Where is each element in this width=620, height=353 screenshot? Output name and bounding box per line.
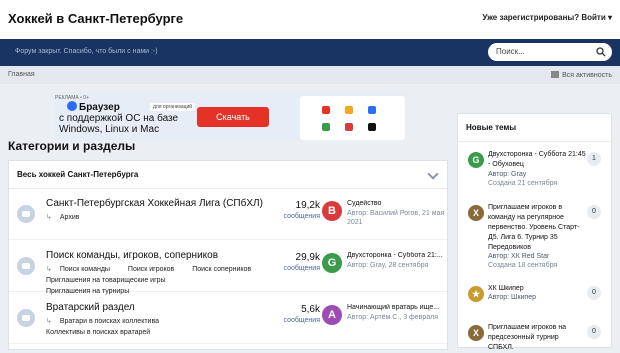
forum-read-icon — [17, 205, 35, 223]
last-post-title[interactable]: Начинающий вратарь ище... — [347, 304, 447, 311]
subforum-link[interactable]: ↳ Архив — [46, 214, 88, 221]
topic-item: G Двухсторонка - Суббота 21:45 - Обухове… — [458, 148, 611, 188]
ad-download-button[interactable]: Скачать — [197, 107, 269, 127]
new-topics-widget: Новые темы G Двухсторонка - Суббота 21:4… — [457, 113, 612, 351]
ad-app-icon — [322, 123, 330, 131]
subforum-link[interactable]: ↳ Вратари в поисках коллектива — [46, 318, 167, 325]
post-count: 5,6k — [301, 304, 320, 315]
ad-app-icon — [322, 106, 330, 114]
last-post-title[interactable]: Судейство — [347, 200, 447, 207]
ad-app-icon — [368, 106, 376, 114]
last-post-meta: Автор: Gray, 28 сентября — [347, 262, 429, 269]
avatar[interactable]: В — [322, 201, 342, 221]
last-post-meta: Автор: Артём С., 3 февраля — [347, 314, 439, 321]
browser-logo-icon — [67, 101, 77, 111]
topic-title[interactable]: ХК Шкипер — [488, 284, 586, 294]
subforum-link[interactable]: Приглашения на товарищеские игры — [46, 277, 174, 284]
divider — [458, 141, 611, 142]
ad-app-icon — [368, 123, 376, 131]
breadcrumb-home[interactable]: Главная — [8, 71, 35, 78]
subforum-list: ↳ Вратари в поисках коллектива Коллективы… — [46, 316, 276, 338]
ad-app-icon — [345, 123, 353, 131]
topic-date: Создана 18 сентября — [488, 262, 558, 269]
search-box[interactable]: Поиск... — [488, 43, 612, 61]
subforum-list: ↳ Архив — [46, 212, 276, 223]
topic-author: Автор: Шкипер — [488, 294, 537, 301]
last-post-title[interactable]: Двухсторонка - Суббота 21:... — [347, 252, 447, 259]
forum-title[interactable]: Санкт-Петербургская Хоккейная Лига (СПбХ… — [46, 198, 263, 209]
announcement-text: Форум закрыт. Спасибо, что были с нами :… — [15, 48, 158, 55]
post-count-label: сообщения — [283, 265, 320, 272]
forum-title[interactable]: Поиск команды, игроков, соперников — [46, 250, 218, 261]
reply-count-badge: 0 — [587, 325, 601, 339]
forum-row: Поиск команды, игроков, соперников ↳ Поис… — [9, 241, 447, 295]
ad-brand: Браузер — [67, 101, 120, 113]
chevron-down-icon[interactable] — [427, 168, 439, 180]
topic-title[interactable]: Приглашаем игроков на предсезонный турни… — [488, 323, 586, 353]
ad-app-icon — [345, 106, 353, 114]
forum-read-icon — [17, 257, 35, 275]
forum-row: Вратарский раздел ↳ Вратари в поисках кол… — [9, 293, 447, 344]
forum-read-icon — [17, 309, 35, 327]
ad-text: с поддержкой ОС на базе Windows, Linux и… — [59, 113, 179, 135]
ad-screenshot-image — [300, 96, 405, 140]
ad-brand-name: Браузер — [79, 102, 120, 113]
last-post-meta: Автор: Василий Рогов, 21 мая 2021 — [347, 210, 445, 226]
subforum-link[interactable]: Коллективы в поисках вратарей — [46, 329, 158, 336]
topic-author: Автор: ХК Red Star — [488, 253, 550, 260]
subforum-link[interactable]: ↳ Поиск команды — [46, 266, 118, 273]
search-icon[interactable] — [596, 47, 606, 57]
avatar[interactable]: X — [468, 325, 484, 341]
topic-item: X Приглашаем игроков в команду на регуля… — [458, 201, 611, 281]
topic-item: ★ ХК Шкипер Автор: Шкипер 0 — [458, 282, 611, 312]
avatar[interactable]: G — [322, 253, 342, 273]
topic-item: X Приглашаем игроков на предсезонный тур… — [458, 321, 611, 351]
signin-link[interactable]: Уже зарегистрированы? Войти ▾ — [482, 13, 612, 22]
category-header: Весь хоккей Санкт-Петербурга — [9, 161, 447, 189]
all-activity-label: Вся активность — [562, 72, 612, 79]
site-header: Хоккей в Санкт-Петербурге Уже зарегистри… — [0, 0, 620, 39]
category-title[interactable]: Весь хоккей Санкт-Петербурга — [17, 170, 138, 179]
breadcrumb: Главная Вся активность — [0, 66, 620, 84]
page-title: Категории и разделы — [8, 139, 136, 153]
reply-count-badge: 1 — [587, 152, 601, 166]
avatar[interactable]: X — [468, 205, 484, 221]
avatar[interactable]: G — [468, 152, 484, 168]
activity-icon — [551, 71, 560, 78]
widget-title: Новые темы — [466, 123, 517, 132]
post-count-label: сообщения — [283, 317, 320, 324]
post-count: 19,2k — [295, 200, 320, 211]
topic-author: Автор: Gray — [488, 171, 527, 178]
reply-count-badge: 0 — [587, 286, 601, 300]
subforum-link[interactable]: Поиск игроков — [128, 266, 182, 273]
forum-title[interactable]: Вратарский раздел — [46, 302, 135, 313]
topic-title[interactable]: Двухсторонка - Суббота 21:45 - Обуховец — [488, 150, 586, 170]
ad-banner[interactable]: РЕКЛАМА • 0+ Браузер для организаций с п… — [55, 93, 406, 140]
topic-date: Создана 21 сентября — [488, 180, 558, 187]
post-count-label: сообщения — [283, 213, 320, 220]
avatar[interactable]: A — [322, 305, 342, 325]
post-count: 29,9k — [295, 252, 320, 263]
subforum-link[interactable]: Поиск соперников — [192, 266, 259, 273]
search-input[interactable]: Поиск... — [496, 47, 525, 56]
site-title[interactable]: Хоккей в Санкт-Петербурге — [8, 11, 183, 26]
avatar[interactable]: ★ — [468, 286, 484, 302]
forum-row: Санкт-Петербургская Хоккейная Лига (СПбХ… — [9, 189, 447, 240]
all-activity-link[interactable]: Вся активность — [551, 71, 612, 79]
ad-subtitle: для организаций — [150, 103, 196, 111]
reply-count-badge: 0 — [587, 205, 601, 219]
topic-title[interactable]: Приглашаем игроков в команду на регулярн… — [488, 203, 586, 253]
category-card: Весь хоккей Санкт-Петербурга Санкт-Петер… — [8, 160, 448, 350]
